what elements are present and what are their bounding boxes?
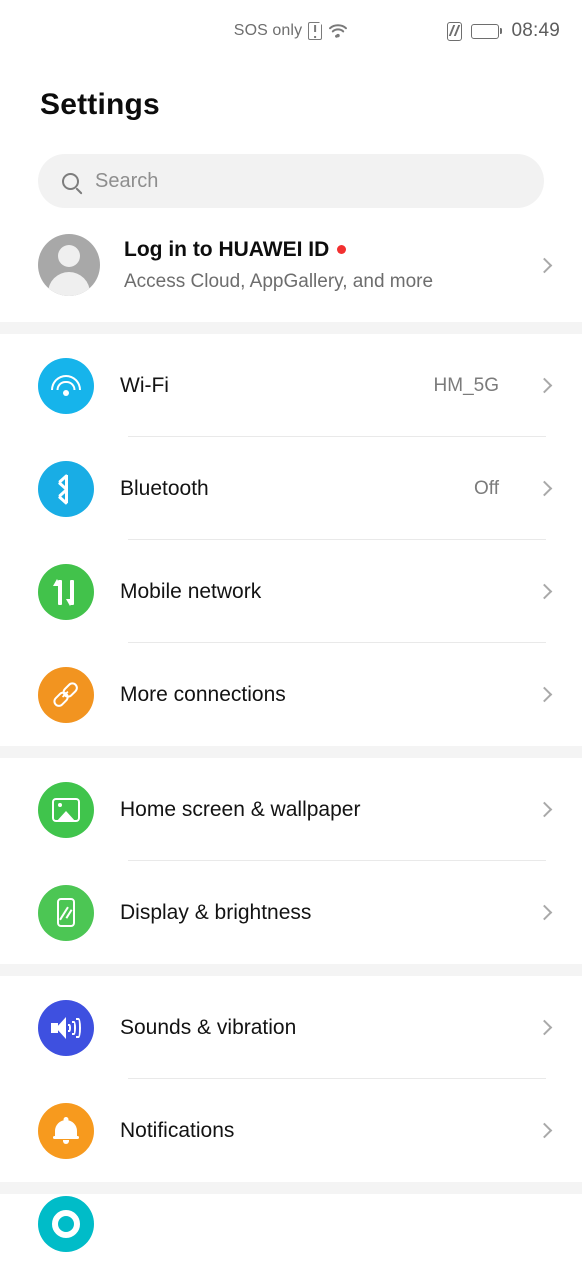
chevron-right-icon: [536, 686, 553, 703]
huawei-id-row[interactable]: Log in to HUAWEI ID Access Cloud, AppGal…: [0, 208, 582, 322]
carrier-label: SOS only: [233, 22, 303, 39]
chevron-right-icon: [536, 480, 553, 497]
chevron-right-icon: [536, 801, 553, 818]
settings-row-value: Off: [474, 477, 499, 499]
chevron-right-icon: [536, 1019, 553, 1036]
huawei-id-title-wrap: Log in to HUAWEI ID: [124, 238, 515, 262]
sim-card-alert-icon: [308, 21, 323, 40]
speaker-icon: [38, 999, 94, 1056]
mobile-network-icon: [38, 563, 94, 620]
settings-row-more-connections[interactable]: More connections: [0, 643, 582, 746]
battery-icon: [470, 23, 503, 39]
settings-row-sounds-vibration[interactable]: Sounds & vibration: [0, 976, 582, 1079]
chevron-right-icon: [536, 583, 553, 600]
status-bar: SOS only 08:49: [0, 0, 582, 62]
settings-row-label: Wi-Fi: [120, 373, 169, 397]
wifi-icon: [38, 357, 94, 414]
group-separator: [0, 322, 582, 334]
settings-group-partial: [0, 1194, 582, 1254]
search-input[interactable]: Search: [38, 154, 544, 208]
settings-row-value: HM_5G: [433, 374, 499, 396]
phone-brightness-icon: [38, 884, 94, 941]
clock-label: 08:49: [511, 20, 560, 41]
settings-row-display-brightness[interactable]: Display & brightness: [0, 861, 582, 964]
settings-row-label: Mobile network: [120, 579, 262, 603]
settings-row-label: Display & brightness: [120, 900, 312, 924]
image-icon: [38, 781, 94, 838]
bluetooth-icon: [38, 460, 94, 517]
settings-row-label: More connections: [120, 682, 286, 706]
settings-row-label: Home screen & wallpaper: [120, 797, 361, 821]
settings-row-bluetooth[interactable]: Bluetooth Off: [0, 437, 582, 540]
huawei-id-subtitle: Access Cloud, AppGallery, and more: [124, 270, 434, 292]
settings-row-label: Sounds & vibration: [120, 1015, 297, 1039]
nfc-icon: [446, 21, 462, 41]
group-separator: [0, 964, 582, 976]
settings-row-mobile-network[interactable]: Mobile network: [0, 540, 582, 643]
settings-row-notifications[interactable]: Notifications: [0, 1079, 582, 1182]
settings-group-display: Home screen & wallpaper Display & bright…: [0, 758, 582, 964]
link-icon: [38, 666, 94, 723]
huawei-id-title: Log in to HUAWEI ID: [124, 237, 330, 261]
wifi-icon: [328, 23, 348, 39]
settings-row-wifi[interactable]: Wi-Fi HM_5G: [0, 334, 582, 437]
chevron-right-icon: [536, 257, 553, 273]
avatar: [38, 234, 100, 296]
teal-icon: [38, 1196, 94, 1252]
settings-row-label: Notifications: [120, 1118, 235, 1142]
group-separator: [0, 1182, 582, 1194]
settings-row-label: Bluetooth: [120, 476, 209, 500]
page-title: Settings: [40, 88, 160, 121]
settings-group-sound: Sounds & vibration Notifications: [0, 976, 582, 1182]
chevron-right-icon: [536, 377, 553, 394]
search-placeholder: Search: [95, 169, 159, 192]
bell-icon: [38, 1102, 94, 1159]
settings-row-partial[interactable]: [0, 1194, 582, 1254]
red-dot-badge: [337, 245, 347, 254]
search-container: Search: [0, 122, 582, 208]
settings-group-connectivity: Wi-Fi HM_5G Bluetooth Off Mobile network…: [0, 334, 582, 746]
status-bar-right: 08:49: [446, 20, 560, 42]
settings-row-home-screen-wallpaper[interactable]: Home screen & wallpaper: [0, 758, 582, 861]
search-icon: [62, 172, 79, 190]
group-separator: [0, 746, 582, 758]
chevron-right-icon: [536, 1122, 553, 1139]
chevron-right-icon: [536, 904, 553, 921]
huawei-id-texts: Log in to HUAWEI ID Access Cloud, AppGal…: [124, 238, 515, 293]
